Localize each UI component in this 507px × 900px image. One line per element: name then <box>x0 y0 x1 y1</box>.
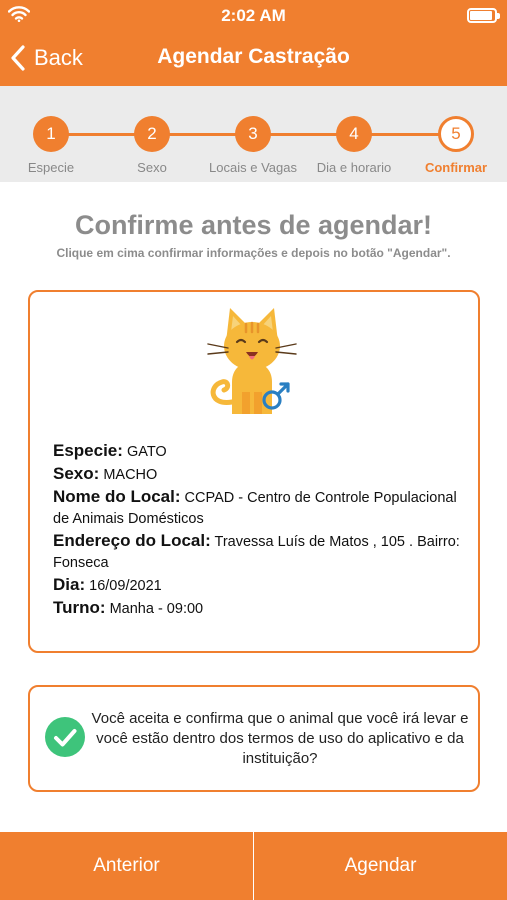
step-number: 4 <box>336 116 372 152</box>
endereco-label: Endereço do Local: <box>53 531 211 550</box>
battery-level <box>470 11 493 20</box>
bottom-action-bar: Anterior Agendar <box>0 832 507 900</box>
terms-text: Você aceita e confirma que o animal que … <box>91 710 469 767</box>
chevron-left-icon <box>11 45 25 71</box>
step-locais-e-vagas[interactable]: 3 Locais e Vagas <box>203 116 303 175</box>
summary-details: Especie: GATO Sexo: MACHO Nome do Local:… <box>53 440 468 620</box>
status-bar: 2:02 AM <box>0 0 507 30</box>
step-number: 2 <box>134 116 170 152</box>
back-button[interactable]: Back <box>10 42 83 74</box>
turno-label: Turno: <box>53 598 106 617</box>
dia-label: Dia: <box>53 575 86 594</box>
cat-male-icon <box>207 308 297 414</box>
row-dia: Dia: 16/09/2021 <box>53 574 468 597</box>
sexo-value: MACHO <box>99 467 158 483</box>
summary-card: Especie: GATO Sexo: MACHO Nome do Local:… <box>28 290 480 653</box>
step-number: 1 <box>33 116 69 152</box>
step-confirmar[interactable]: 5 Confirmar <box>406 116 506 175</box>
step-number-active: 5 <box>438 116 474 152</box>
battery-icon <box>467 8 500 23</box>
sexo-label: Sexo: <box>53 464 100 483</box>
terms-confirmation-card[interactable]: Você aceita e confirma que o animal que … <box>28 685 480 792</box>
step-label: Especie <box>27 160 75 175</box>
step-number: 3 <box>235 116 271 152</box>
step-label-active: Confirmar <box>424 160 488 175</box>
step-dia-e-horario[interactable]: 4 Dia e horario <box>304 116 404 175</box>
schedule-button[interactable]: Agendar <box>254 832 507 900</box>
navigation-bar: Back Agendar Castração <box>0 30 507 86</box>
local-label: Nome do Local: <box>53 487 181 506</box>
dia-value: 16/09/2021 <box>85 578 162 594</box>
row-endereco: Endereço do Local: Travessa Luís de Mato… <box>53 530 468 574</box>
status-time: 2:02 AM <box>221 6 286 25</box>
confirm-subheading: Clique em cima confirmar informações e d… <box>56 246 451 260</box>
checkmark-icon <box>54 729 77 747</box>
step-sexo[interactable]: 2 Sexo <box>102 116 202 175</box>
back-label: Back <box>34 45 83 70</box>
row-turno: Turno: Manha - 09:00 <box>53 597 468 620</box>
especie-label: Especie: <box>53 441 123 460</box>
step-label: Sexo <box>137 160 167 175</box>
previous-button[interactable]: Anterior <box>0 832 254 900</box>
turno-value: Manha - 09:00 <box>105 601 204 617</box>
step-label: Dia e horario <box>316 160 392 175</box>
progress-stepper: 1 Especie 2 Sexo 3 Locais e Vagas 4 Dia … <box>0 86 507 182</box>
confirm-heading: Confirme antes de agendar! <box>74 210 433 240</box>
step-especie[interactable]: 1 Especie <box>1 116 101 175</box>
row-sexo: Sexo: MACHO <box>53 463 468 486</box>
row-nome-do-local: Nome do Local: CCPAD - Centro de Control… <box>53 486 468 530</box>
row-especie: Especie: GATO <box>53 440 468 463</box>
especie-value: GATO <box>122 444 167 460</box>
step-label: Locais e Vagas <box>209 160 297 175</box>
confirm-checkbox[interactable] <box>45 717 85 757</box>
